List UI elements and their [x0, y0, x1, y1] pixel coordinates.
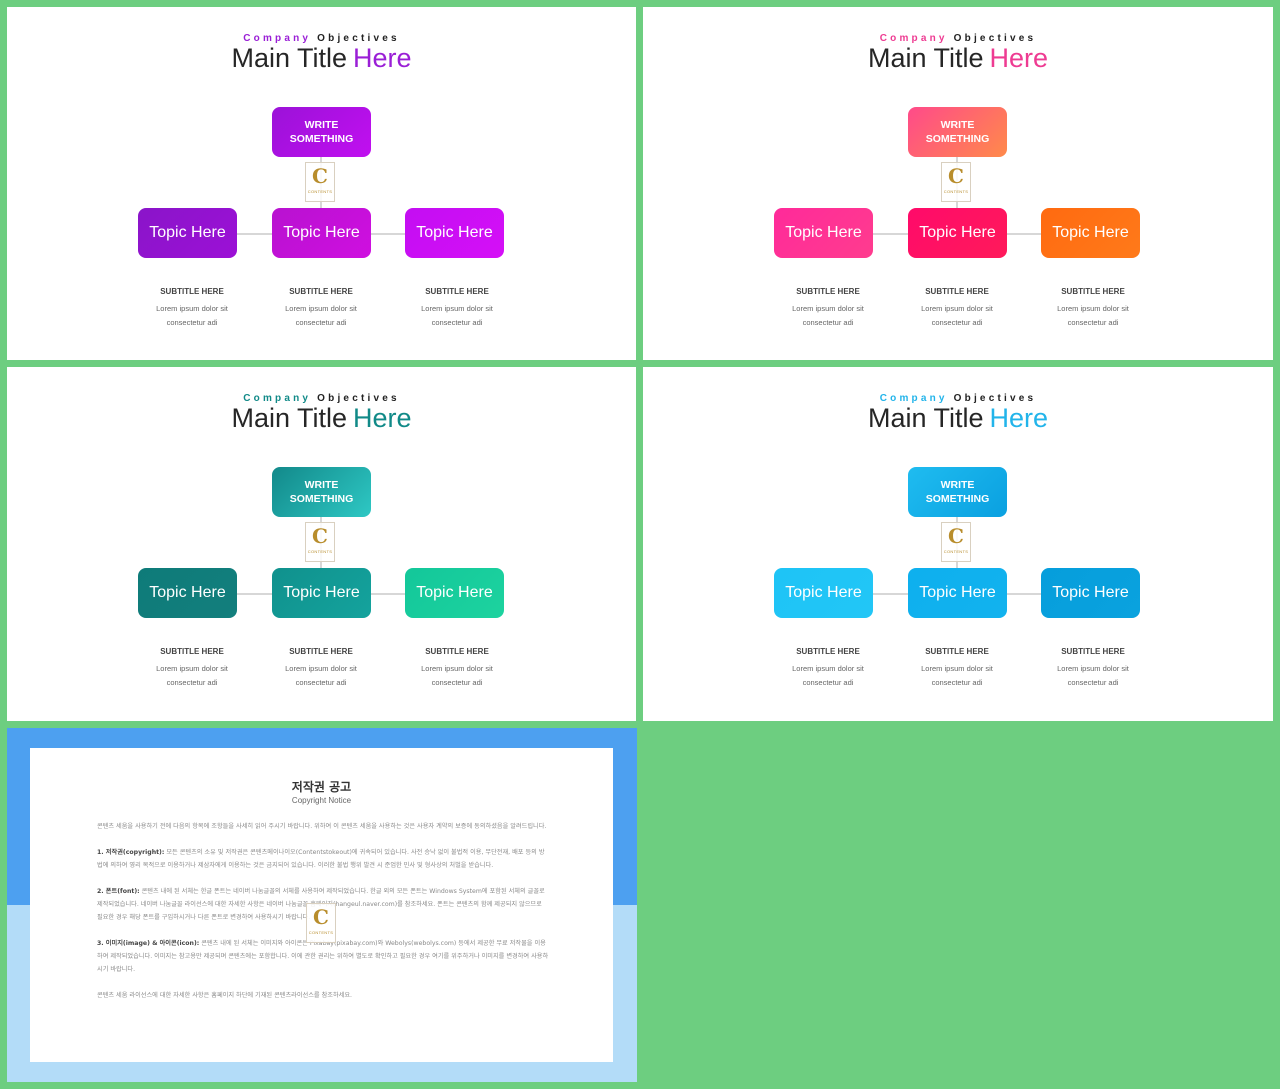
subtitle-heading: SUBTITLE HERE — [796, 647, 860, 656]
top-box[interactable]: WRITE SOMETHING — [908, 467, 1007, 517]
subtitle-body: Lorem ipsum dolor sit consectetur adi — [792, 304, 864, 327]
notice-title-korean: 저작권 공고 — [291, 780, 352, 794]
slide-sky-blue[interactable]: Company Objectives Main Title Here WRITE … — [643, 367, 1273, 721]
subtitle-block: SUBTITLE HERE Lorem ipsum dolor sit consec… — [897, 647, 1017, 690]
subtitle-body: Lorem ipsum dolor sit consectetur adi — [921, 664, 993, 687]
notice-outro: 콘텐츠 세움 라이선스에 대한 자세한 사항은 홈페이지 하단에 기재된 콘텐츠… — [97, 992, 353, 999]
subtitle-block: SUBTITLE HERE Lorem ipsum dolor sit consec… — [768, 287, 888, 330]
slide-pink-orange[interactable]: Company Objectives Main Title Here WRITE … — [643, 7, 1273, 360]
topic-box-left[interactable]: Topic Here — [138, 568, 237, 618]
subtitle-body: Lorem ipsum dolor sit consectetur adi — [421, 304, 493, 327]
subtitle-block: SUBTITLE HERE Lorem ipsum dolor sit consec… — [132, 647, 252, 690]
title-highlight: Here — [989, 403, 1049, 433]
subtitle-body: Lorem ipsum dolor sit consectetur adi — [1057, 304, 1129, 327]
topic-box-right[interactable]: Topic Here — [405, 568, 504, 618]
subtitle-block: SUBTITLE HERE Lorem ipsum dolor sit consec… — [897, 287, 1017, 330]
subtitle-heading: SUBTITLE HERE — [160, 287, 224, 296]
title-highlight: Here — [353, 403, 412, 433]
watermark-logo-icon: C CONTENTS — [306, 903, 336, 943]
logo-glyph: C — [312, 164, 328, 188]
notice-title-english: Copyright Notice — [291, 796, 352, 805]
subtitle-block: SUBTITLE HERE Lorem ipsum dolor sit consec… — [261, 287, 381, 330]
topic-box-center[interactable]: Topic Here — [272, 208, 371, 258]
logo-text: CONTENTS — [307, 549, 333, 554]
watermark-logo-icon: C CONTENTS — [305, 522, 335, 562]
logo-glyph: C — [948, 524, 964, 548]
top-box[interactable]: WRITE SOMETHING — [272, 107, 371, 157]
subtitle-block: SUBTITLE HERE Lorem ipsum dolor sit consec… — [1033, 287, 1153, 330]
subtitle-body: Lorem ipsum dolor sit consectetur adi — [285, 304, 357, 327]
logo-text: CONTENTS — [943, 549, 969, 554]
topic-box-center[interactable]: Topic Here — [272, 568, 371, 618]
subtitle-heading: SUBTITLE HERE — [425, 287, 489, 296]
notice-item-copyright: 1. 저작권(copyright): 모든 콘텐츠의 소유 및 저작권은 콘텐츠… — [97, 849, 545, 869]
top-box[interactable]: WRITE SOMETHING — [272, 467, 371, 517]
topic-box-right[interactable]: Topic Here — [1041, 568, 1140, 618]
title-highlight: Here — [989, 43, 1049, 73]
logo-glyph: C — [312, 524, 328, 548]
subtitle-heading: SUBTITLE HERE — [925, 287, 989, 296]
subtitle-heading: SUBTITLE HERE — [289, 647, 353, 656]
main-title: Main Title Here — [7, 403, 636, 434]
subtitle-heading: SUBTITLE HERE — [796, 287, 860, 296]
topic-box-left[interactable]: Topic Here — [138, 208, 237, 258]
topic-box-center[interactable]: Topic Here — [908, 568, 1007, 618]
slide-copyright-notice[interactable]: 저작권 공고 Copyright Notice 콘텐츠 세움을 사용하기 전에 … — [7, 728, 637, 1082]
top-box[interactable]: WRITE SOMETHING — [908, 107, 1007, 157]
subtitle-body: Lorem ipsum dolor sit consectetur adi — [156, 664, 228, 687]
subtitle-body: Lorem ipsum dolor sit consectetur adi — [792, 664, 864, 687]
main-title: Main Title Here — [643, 43, 1273, 74]
main-title: Main Title Here — [7, 43, 636, 74]
logo-text: CONTENTS — [943, 189, 969, 194]
watermark-logo-icon: C CONTENTS — [941, 162, 971, 202]
subtitle-block: SUBTITLE HERE Lorem ipsum dolor sit consec… — [397, 647, 517, 690]
subtitle-body: Lorem ipsum dolor sit consectetur adi — [156, 304, 228, 327]
subtitle-body: Lorem ipsum dolor sit consectetur adi — [285, 664, 357, 687]
subtitle-heading: SUBTITLE HERE — [1061, 287, 1125, 296]
title-text: Main Title — [231, 43, 347, 73]
logo-glyph: C — [948, 164, 964, 188]
subtitle-heading: SUBTITLE HERE — [925, 647, 989, 656]
topic-box-right[interactable]: Topic Here — [405, 208, 504, 258]
subtitle-block: SUBTITLE HERE Lorem ipsum dolor sit consec… — [1033, 647, 1153, 690]
logo-text: CONTENTS — [308, 930, 334, 935]
watermark-logo-icon: C CONTENTS — [305, 162, 335, 202]
title-text: Main Title — [867, 403, 984, 433]
subtitle-block: SUBTITLE HERE Lorem ipsum dolor sit consec… — [132, 287, 252, 330]
title-highlight: Here — [353, 43, 412, 73]
subtitle-heading: SUBTITLE HERE — [1061, 647, 1125, 656]
subtitle-heading: SUBTITLE HERE — [425, 647, 489, 656]
notice-intro: 콘텐츠 세움을 사용하기 전에 다음의 항목에 조항들을 사세히 읽어 주시기 … — [97, 823, 547, 830]
watermark-logo-icon: C CONTENTS — [941, 522, 971, 562]
subtitle-heading: SUBTITLE HERE — [160, 647, 224, 656]
subtitle-body: Lorem ipsum dolor sit consectetur adi — [921, 304, 993, 327]
topic-box-center[interactable]: Topic Here — [908, 208, 1007, 258]
logo-text: CONTENTS — [307, 189, 333, 194]
subtitle-block: SUBTITLE HERE Lorem ipsum dolor sit consec… — [768, 647, 888, 690]
subtitle-block: SUBTITLE HERE Lorem ipsum dolor sit consec… — [261, 647, 381, 690]
notice-card: 저작권 공고 Copyright Notice 콘텐츠 세움을 사용하기 전에 … — [30, 748, 613, 1062]
title-text: Main Title — [867, 43, 984, 73]
topic-box-right[interactable]: Topic Here — [1041, 208, 1140, 258]
main-title: Main Title Here — [643, 403, 1273, 434]
slide-teal[interactable]: Company Objectives Main Title Here WRITE … — [7, 367, 636, 721]
subtitle-block: SUBTITLE HERE Lorem ipsum dolor sit consec… — [397, 287, 517, 330]
topic-box-left[interactable]: Topic Here — [774, 208, 873, 258]
title-text: Main Title — [231, 403, 347, 433]
subtitle-body: Lorem ipsum dolor sit consectetur adi — [1057, 664, 1129, 687]
topic-box-left[interactable]: Topic Here — [774, 568, 873, 618]
slide-purple[interactable]: Company Objectives Main Title Here WRITE … — [7, 7, 636, 360]
logo-glyph: C — [313, 905, 329, 929]
subtitle-body: Lorem ipsum dolor sit consectetur adi — [421, 664, 493, 687]
subtitle-heading: SUBTITLE HERE — [289, 287, 353, 296]
